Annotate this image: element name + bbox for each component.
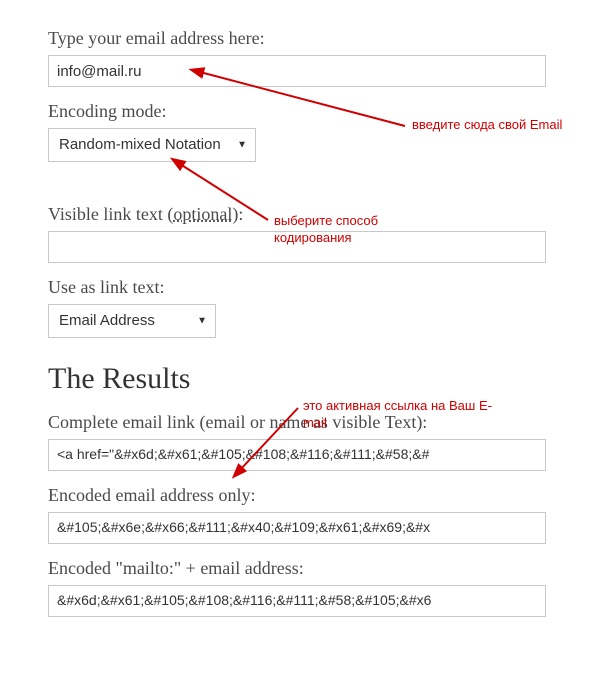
visible-text-label-pre: Visible link text (	[48, 204, 173, 224]
encoded-email-output[interactable]: &#105;&#x6e;&#x66;&#111;&#x40;&#109;&#x6…	[48, 512, 546, 544]
linktext-label: Use as link text:	[48, 277, 547, 298]
complete-link-output[interactable]: <a href="&#x6d;&#x61;&#105;&#108;&#116;&…	[48, 439, 546, 471]
complete-link-block: Complete email link (email or name as vi…	[48, 412, 547, 471]
visible-text-label: Visible link text (optional):	[48, 204, 547, 225]
email-label: Type your email address here:	[48, 28, 547, 49]
encoded-email-label: Encoded email address only:	[48, 485, 547, 506]
encoding-select[interactable]: Random-mixed Notation ▼	[48, 128, 256, 162]
visible-text-label-opt: optional	[173, 204, 232, 224]
encoding-select-value: Random-mixed Notation	[49, 129, 255, 161]
visible-text-input[interactable]	[48, 231, 546, 263]
complete-link-label: Complete email link (email or name as vi…	[48, 412, 547, 433]
linktext-select[interactable]: Email Address ▼	[48, 304, 216, 338]
mailto-label: Encoded "mailto:" + email address:	[48, 558, 547, 579]
mailto-output[interactable]: &#x6d;&#x61;&#105;&#108;&#116;&#111;&#58…	[48, 585, 546, 617]
linktext-block: Use as link text: Email Address ▼	[48, 277, 547, 338]
email-input[interactable]	[48, 55, 546, 87]
page-stage: Type your email address here: Encoding m…	[0, 0, 595, 683]
results-heading: The Results	[48, 362, 547, 396]
email-block: Type your email address here:	[48, 28, 547, 87]
encoding-label: Encoding mode:	[48, 101, 547, 122]
encoded-email-block: Encoded email address only: &#105;&#x6e;…	[48, 485, 547, 544]
visible-text-block: Visible link text (optional):	[48, 204, 547, 263]
linktext-select-value: Email Address	[49, 305, 215, 337]
encoding-block: Encoding mode: Random-mixed Notation ▼	[48, 101, 547, 162]
spacer	[48, 176, 547, 204]
mailto-block: Encoded "mailto:" + email address: &#x6d…	[48, 558, 547, 617]
visible-text-label-post: ):	[232, 204, 243, 224]
